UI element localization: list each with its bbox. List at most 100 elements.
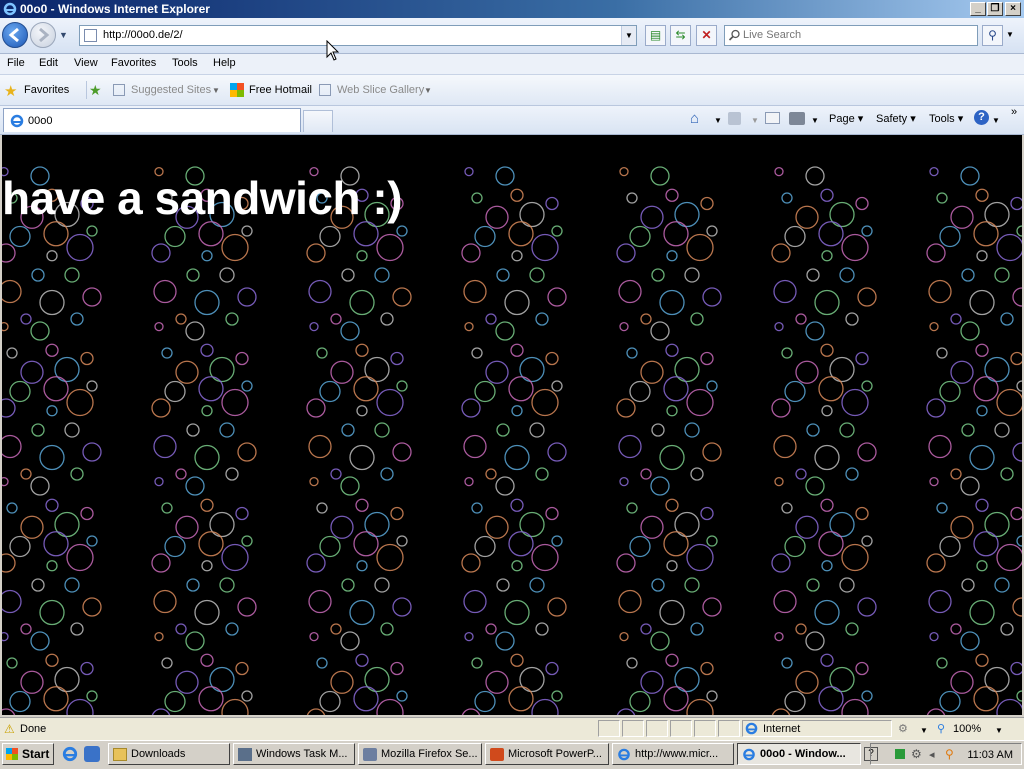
recent-pages-dropdown[interactable]: ▼	[59, 30, 68, 40]
task-label: Windows Task M...	[256, 748, 348, 760]
print-dropdown-icon[interactable]: ▼	[811, 116, 819, 125]
title-bar[interactable]: 00o0 - Windows Internet Explorer _ ❐ ×	[0, 0, 1024, 18]
ie-icon	[3, 2, 17, 16]
status-panel	[670, 720, 692, 737]
back-button[interactable]	[2, 22, 28, 48]
web-slice-icon	[319, 84, 331, 96]
address-bar[interactable]: http://00o0.de/2/ ▼	[79, 25, 637, 46]
taskbar-item-task-manager[interactable]: Windows Task M...	[233, 743, 355, 765]
taskbar: Start Downloads Windows Task M... Mozill…	[0, 740, 1024, 769]
address-toolbar: ▼ http://00o0.de/2/ ▼ ▤ ⇆ ✕ ⚲ ▼	[0, 18, 1024, 54]
page-heading: have a sandwich :)	[2, 172, 403, 224]
tools-menu[interactable]: Tools ▾	[929, 112, 963, 125]
security-zone-panel[interactable]: Internet	[742, 720, 892, 737]
page-icon	[84, 29, 97, 42]
new-tab-button[interactable]	[303, 110, 333, 132]
menu-bar: File Edit View Favorites Tools Help	[0, 54, 1024, 75]
tray-settings-icon[interactable]: ⚙	[911, 747, 922, 761]
help-dropdown-icon[interactable]: ▼	[992, 116, 1000, 125]
menu-view[interactable]: View	[74, 57, 98, 69]
ie-icon	[618, 748, 630, 761]
menu-file[interactable]: File	[7, 57, 25, 69]
favorite-suggested-sites[interactable]: Suggested Sites	[131, 84, 211, 96]
task-label: Mozilla Firefox Se...	[381, 748, 478, 760]
menu-edit[interactable]: Edit	[39, 57, 58, 69]
page-content: have a sandwich :)	[2, 135, 1022, 715]
forward-arrow-icon	[39, 27, 50, 43]
start-button[interactable]: Start	[2, 743, 54, 765]
chevron-down-icon[interactable]: ▼	[212, 86, 220, 95]
tray-search-icon[interactable]: ⚲	[945, 747, 954, 761]
close-button[interactable]: ×	[1005, 2, 1021, 16]
tools-menu-label: Tools	[929, 113, 955, 125]
status-panel	[622, 720, 644, 737]
security-zone: Internet	[763, 723, 801, 735]
quick-launch-ie-icon[interactable]	[62, 746, 78, 762]
toolbar-divider	[86, 81, 87, 99]
task-label: Downloads	[131, 748, 186, 760]
menu-favorites[interactable]: Favorites	[111, 57, 156, 69]
warning-icon: ⚠	[4, 722, 15, 736]
favorite-web-slice-gallery[interactable]: Web Slice Gallery	[337, 84, 424, 96]
chevron-down-icon[interactable]: ▼	[424, 86, 432, 95]
help-icon[interactable]: ?	[974, 110, 989, 125]
favorites-button[interactable]: ★ Favorites	[4, 82, 82, 100]
status-panel	[694, 720, 716, 737]
mouse-cursor-icon	[326, 40, 340, 61]
menu-help[interactable]: Help	[213, 57, 236, 69]
status-panel	[598, 720, 620, 737]
tab-00o0[interactable]: 00o0	[3, 108, 301, 132]
task-label: http://www.micr...	[635, 748, 719, 760]
ie-page-icon	[10, 114, 24, 128]
document-icon	[363, 748, 377, 761]
tab-row: 00o0 ⌂ ▼ ▼ ▼ Page ▾ Safety ▾ Tools ▾ ? ▼…	[0, 106, 1024, 135]
search-input[interactable]	[743, 27, 973, 43]
taskbar-item-powerpoint[interactable]: Microsoft PowerP...	[485, 743, 609, 765]
taskbar-item-ie-microsoft[interactable]: http://www.micr...	[612, 743, 734, 765]
feeds-icon[interactable]	[728, 112, 741, 125]
forward-button[interactable]	[30, 22, 56, 48]
ie-icon	[743, 748, 755, 761]
clock[interactable]: 11:03 AM	[967, 749, 1013, 761]
zoom-icon: ⚲	[937, 723, 946, 735]
restore-button[interactable]: ❐	[987, 2, 1003, 16]
safety-menu[interactable]: Safety ▾	[876, 112, 916, 125]
ie-icon	[62, 746, 78, 762]
add-to-favorites-bar-icon[interactable]: ★	[89, 82, 102, 99]
search-icon	[728, 29, 740, 41]
feeds-dropdown-icon[interactable]: ▼	[751, 116, 759, 125]
favorite-free-hotmail[interactable]: Free Hotmail	[249, 84, 312, 96]
chevron-down-icon[interactable]: ▼	[920, 726, 928, 735]
taskbar-item-00o0[interactable]: 00o0 - Window...	[737, 743, 861, 765]
page-menu[interactable]: Page ▾	[829, 112, 863, 125]
address-url[interactable]: http://00o0.de/2/	[103, 29, 183, 41]
quick-launch-desktop-icon[interactable]	[84, 746, 100, 762]
search-go-button[interactable]: ⚲	[982, 25, 1003, 46]
stop-button[interactable]: ✕	[696, 25, 717, 46]
protected-mode-icon[interactable]: ⚙	[898, 722, 908, 735]
zoom-dropdown-icon[interactable]: ▼	[995, 726, 1003, 735]
tray-network-icon[interactable]	[895, 749, 905, 759]
tray-volume-icon[interactable]: ◂	[929, 748, 935, 761]
more-commands-icon[interactable]: »	[1011, 106, 1017, 118]
window-title: 00o0 - Windows Internet Explorer	[20, 2, 210, 16]
menu-tools[interactable]: Tools	[172, 57, 198, 69]
taskbar-item-firefox[interactable]: Mozilla Firefox Se...	[358, 743, 482, 765]
tab-label: 00o0	[28, 115, 53, 127]
search-box[interactable]	[724, 25, 978, 46]
minimize-button[interactable]: _	[970, 2, 986, 16]
back-arrow-icon	[8, 27, 19, 43]
compatibility-view-button[interactable]: ▤	[645, 25, 666, 46]
print-icon[interactable]	[789, 112, 805, 125]
zoom-level[interactable]: 100%	[953, 723, 981, 735]
address-dropdown-icon[interactable]: ▼	[621, 26, 636, 45]
search-options-dropdown[interactable]: ▼	[1006, 30, 1014, 39]
suggested-sites-icon	[113, 84, 125, 96]
refresh-button[interactable]: ⇆	[670, 25, 691, 46]
home-dropdown-icon[interactable]: ▼	[714, 116, 722, 125]
globe-icon	[745, 722, 758, 735]
home-icon[interactable]: ⌂	[690, 110, 699, 127]
taskbar-item-downloads[interactable]: Downloads	[108, 743, 230, 765]
safety-menu-label: Safety	[876, 113, 908, 125]
read-mail-icon[interactable]	[765, 112, 780, 124]
